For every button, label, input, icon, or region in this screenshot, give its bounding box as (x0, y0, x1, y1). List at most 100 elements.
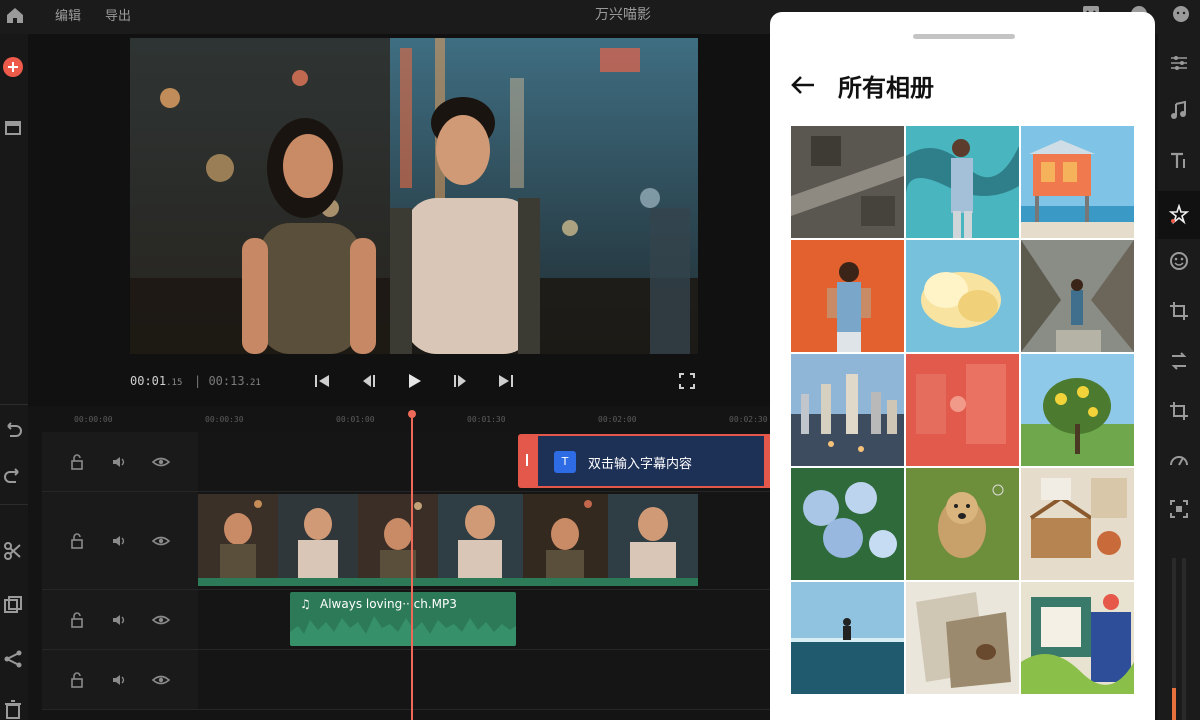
trim-handle-left[interactable] (526, 454, 528, 466)
play-icon[interactable] (403, 370, 425, 392)
track-controls (42, 650, 198, 709)
menu-export[interactable]: 导出 (105, 5, 131, 24)
effects-icon[interactable] (1168, 204, 1190, 226)
volume-icon[interactable] (110, 453, 128, 471)
emoji-icon[interactable] (1170, 3, 1192, 25)
current-time: 00:01.15 (130, 374, 183, 388)
right-toolbar (1158, 34, 1200, 720)
left-toolbar (0, 34, 28, 720)
total-time: | 00:13.21 (194, 374, 261, 388)
audio-meter-right (1182, 558, 1186, 720)
eye-icon[interactable] (152, 453, 170, 471)
panel-title: 所有相册 (838, 74, 934, 102)
video-lane (198, 492, 770, 589)
photo-thumb[interactable] (791, 582, 904, 694)
skip-end-icon[interactable] (495, 370, 517, 392)
audio-lane: ♫ Always loving···ch.MP3 (198, 590, 770, 649)
audio-clip[interactable]: ♫ Always loving···ch.MP3 (290, 592, 516, 646)
photo-grid (791, 126, 1134, 694)
skip-start-icon[interactable] (311, 370, 333, 392)
eye-icon[interactable] (152, 671, 170, 689)
volume-icon[interactable] (110, 671, 128, 689)
subtitle-lane: T 双击输入字幕内容 (198, 432, 784, 491)
photo-thumb[interactable] (906, 240, 1019, 352)
menu-edit[interactable]: 编辑 (55, 5, 81, 24)
ruler-tick: 00:02:00 (598, 415, 637, 424)
lock-icon[interactable] (68, 611, 86, 629)
album-panel: 所有相册 (770, 12, 1155, 720)
timeline-ruler[interactable]: 00:00:00 00:00:30 00:01:00 00:01:30 00:0… (42, 408, 770, 430)
track-controls (42, 432, 198, 491)
music-icon[interactable] (1168, 100, 1190, 122)
drag-handle[interactable] (913, 34, 1015, 39)
audio-track: ♫ Always loving···ch.MP3 (42, 590, 770, 650)
photo-thumb[interactable] (791, 354, 904, 466)
volume-icon[interactable] (110, 532, 128, 550)
photo-thumb[interactable] (1021, 240, 1134, 352)
add-media-icon[interactable] (2, 56, 24, 78)
subtitle-clip[interactable]: T 双击输入字幕内容 (518, 434, 784, 488)
preview-panel: 00:01.15 | 00:13.21 (28, 34, 770, 406)
divider (0, 404, 28, 405)
split-icon[interactable] (2, 648, 24, 670)
ruler-tick: 00:01:30 (467, 415, 506, 424)
adjust-sliders-icon[interactable] (1168, 52, 1190, 74)
redo-icon[interactable] (2, 464, 24, 486)
undo-icon[interactable] (2, 418, 24, 440)
sticker-icon[interactable] (1168, 250, 1190, 272)
photo-thumb[interactable] (1021, 126, 1134, 238)
next-frame-icon[interactable] (449, 370, 471, 392)
transition-icon[interactable] (1168, 350, 1190, 372)
photo-thumb[interactable] (791, 126, 904, 238)
lock-icon[interactable] (68, 453, 86, 471)
back-arrow-icon[interactable] (788, 70, 818, 100)
ruler-tick: 00:01:00 (336, 415, 375, 424)
text-icon[interactable] (1168, 150, 1190, 172)
divider (0, 504, 28, 505)
photo-thumb[interactable] (1021, 354, 1134, 466)
lock-icon[interactable] (68, 532, 86, 550)
video-preview[interactable] (130, 38, 698, 354)
fullscreen-icon[interactable] (676, 370, 698, 392)
eye-icon[interactable] (152, 532, 170, 550)
empty-track (42, 650, 770, 710)
crop-icon[interactable] (1168, 300, 1190, 322)
photo-thumb[interactable] (791, 468, 904, 580)
home-icon[interactable] (4, 4, 26, 26)
fit-screen-icon[interactable] (1168, 498, 1190, 520)
photo-thumb[interactable] (791, 240, 904, 352)
ruler-tick: 00:00:00 (74, 415, 113, 424)
track-controls (42, 492, 198, 589)
photo-thumb[interactable] (906, 126, 1019, 238)
meter-level (1172, 688, 1176, 720)
ruler-tick: 00:02:30 (729, 415, 768, 424)
video-frame-image (130, 38, 698, 354)
app-title: 万兴喵影 (595, 7, 651, 23)
text-icon: T (554, 451, 576, 473)
empty-lane (198, 650, 770, 709)
video-clip[interactable] (198, 494, 698, 586)
playhead[interactable] (408, 410, 416, 720)
video-filmstrip (198, 494, 698, 586)
subtitle-placeholder: 双击输入字幕内容 (588, 457, 693, 472)
speed-icon[interactable] (1168, 450, 1190, 472)
crop-icon[interactable] (1168, 400, 1190, 422)
video-track (42, 492, 770, 590)
prev-frame-icon[interactable] (358, 370, 380, 392)
scissors-icon[interactable] (2, 540, 24, 562)
duplicate-icon[interactable] (2, 594, 24, 616)
eye-icon[interactable] (152, 611, 170, 629)
delete-icon[interactable] (2, 698, 24, 720)
photo-thumb[interactable] (1021, 582, 1134, 694)
photo-thumb[interactable] (906, 582, 1019, 694)
volume-icon[interactable] (110, 611, 128, 629)
photo-thumb[interactable] (1021, 468, 1134, 580)
music-note-icon: ♫ (300, 597, 311, 611)
lock-icon[interactable] (68, 671, 86, 689)
subtitle-clip-body[interactable]: T 双击输入字幕内容 (538, 436, 764, 486)
media-library-icon[interactable] (2, 116, 24, 138)
photo-thumb[interactable] (906, 468, 1019, 580)
photo-thumb[interactable] (906, 354, 1019, 466)
playhead-knob[interactable] (408, 410, 416, 418)
subtitle-track: T 双击输入字幕内容 (42, 432, 784, 492)
